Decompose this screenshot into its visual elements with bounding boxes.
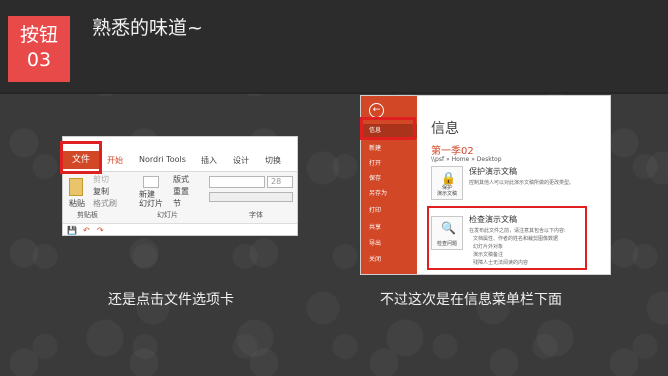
tab-nordri-tools[interactable]: Nordri Tools xyxy=(139,155,186,164)
paste-button[interactable]: 粘贴 xyxy=(69,198,85,209)
font-name-box[interactable] xyxy=(209,176,265,188)
header-divider xyxy=(0,92,668,94)
clipboard-group-label: 剪贴板 xyxy=(77,211,98,219)
badge-number: 03 xyxy=(26,49,52,71)
protect-heading: 保护演示文稿 xyxy=(469,167,517,176)
protect-button-label: 保护 演示文稿 xyxy=(436,185,457,197)
badge-label: 按钮 xyxy=(19,24,58,46)
undo-icon[interactable]: ↶ xyxy=(83,226,90,235)
protect-description: 控制其他人可以对此演示文稿所做的更改类型。 xyxy=(469,180,575,186)
menu-item-export[interactable]: 导出 xyxy=(369,238,381,247)
quick-access-toolbar: 💾 ↶ ↷ xyxy=(63,223,297,235)
tab-insert[interactable]: 插入 xyxy=(201,155,217,166)
menu-item-share[interactable]: 共享 xyxy=(369,222,381,231)
tab-home[interactable]: 开始 xyxy=(107,155,123,166)
tab-transitions[interactable]: 切换 xyxy=(265,155,281,166)
tab-design[interactable]: 设计 xyxy=(233,155,249,166)
section-badge: 按钮 03 xyxy=(8,16,70,82)
left-caption: 还是点击文件选项卡 xyxy=(108,292,234,308)
new-slide-button[interactable]: 新建 幻灯片 xyxy=(139,190,163,208)
protect-presentation-button[interactable]: 🔒 保护 演示文稿 xyxy=(431,166,463,200)
section-button[interactable]: 节 xyxy=(173,198,181,209)
cut-button[interactable]: 剪切 xyxy=(93,174,109,185)
backstage-title: 信息 xyxy=(431,121,459,137)
menu-item-save-as[interactable]: 另存为 xyxy=(369,188,387,197)
save-icon[interactable]: 💾 xyxy=(67,226,77,235)
document-path: \\psf » Home » Desktop xyxy=(431,156,502,163)
menu-item-save[interactable]: 保存 xyxy=(369,173,381,182)
font-format-row[interactable] xyxy=(209,192,293,202)
menu-item-close[interactable]: 关闭 xyxy=(369,254,381,263)
font-group-label: 字体 xyxy=(249,211,263,219)
format-painter-button[interactable]: 格式刷 xyxy=(93,198,117,209)
redo-icon[interactable]: ↷ xyxy=(97,226,104,235)
copy-button[interactable]: 复制 xyxy=(93,186,109,197)
inspect-section-highlight xyxy=(427,206,587,270)
page-title: 熟悉的味道~ xyxy=(92,17,203,39)
right-caption: 不过这次是在信息菜单栏下面 xyxy=(380,292,562,308)
menu-item-open[interactable]: 打开 xyxy=(369,158,381,167)
layout-button[interactable]: 版式 xyxy=(173,174,189,185)
file-tab-highlight xyxy=(60,141,102,174)
new-slide-icon xyxy=(143,176,159,188)
info-menu-highlight xyxy=(360,117,416,140)
document-name: 第一季02 xyxy=(431,146,474,157)
slides-group-label: 幻灯片 xyxy=(157,211,178,219)
reset-button[interactable]: 重置 xyxy=(173,186,189,197)
ribbon-body: 粘贴 剪切 复制 格式刷 剪贴板 新建 幻灯片 版式 重置 节 幻灯片 28 字… xyxy=(63,171,297,223)
paste-icon xyxy=(69,178,83,196)
menu-item-new[interactable]: 新建 xyxy=(369,143,381,152)
menu-item-print[interactable]: 打印 xyxy=(369,205,381,214)
back-arrow-icon[interactable]: ← xyxy=(369,103,384,118)
lock-icon: 🔒 xyxy=(441,171,456,185)
font-size-value: 28 xyxy=(271,177,282,186)
